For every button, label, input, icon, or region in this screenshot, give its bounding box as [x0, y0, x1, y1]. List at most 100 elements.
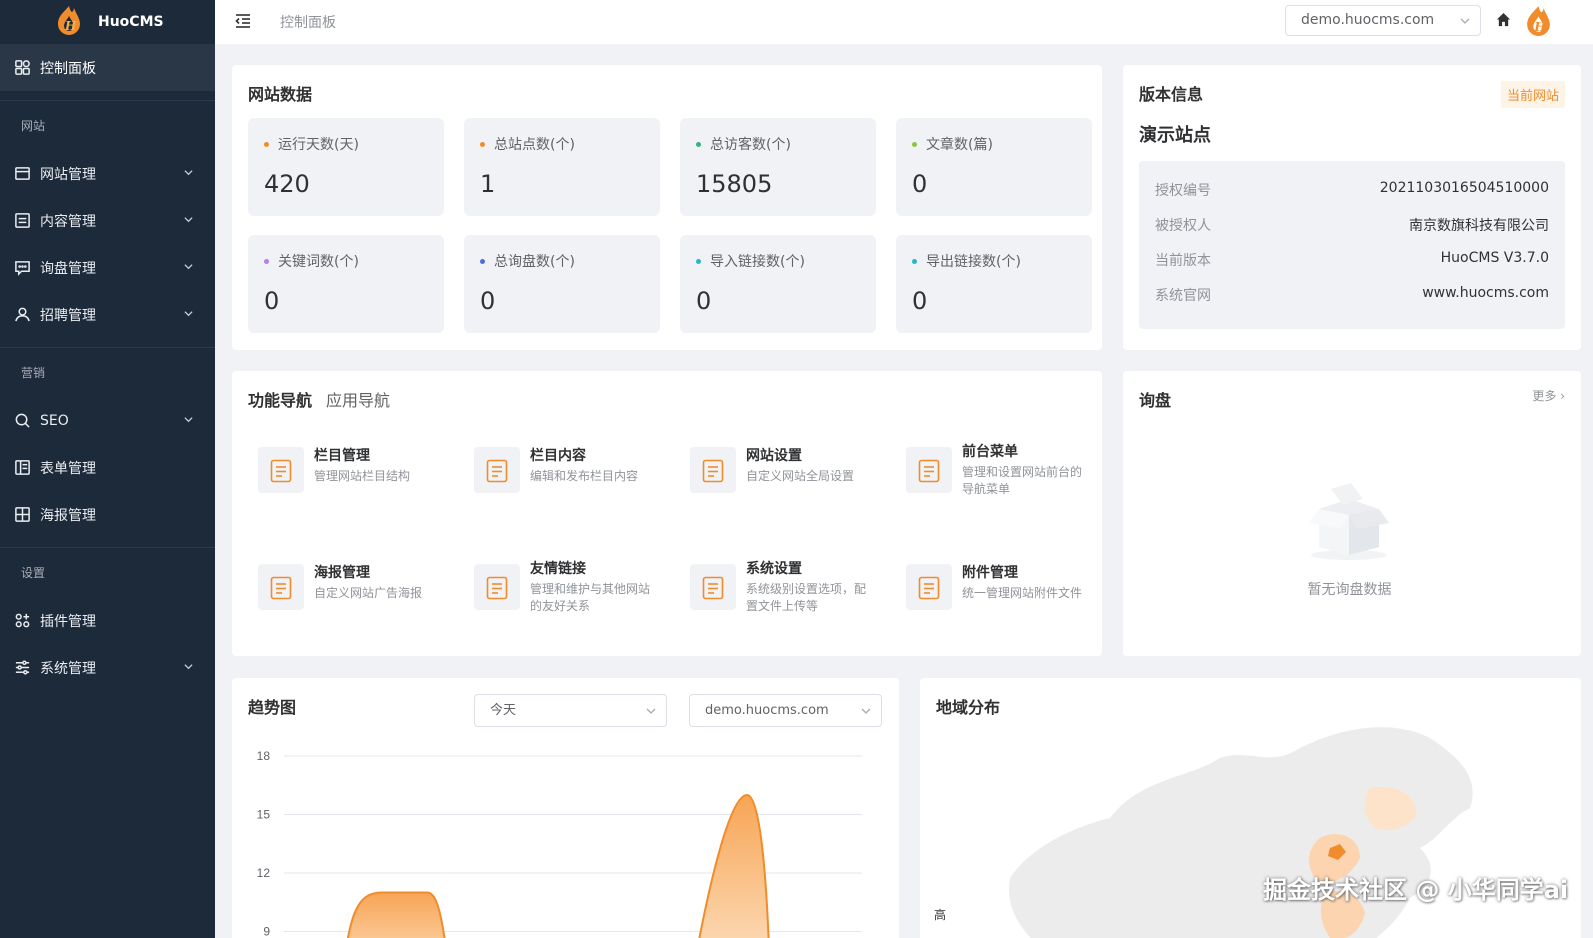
stat-label: 导出链接数(个)	[926, 254, 1021, 270]
version-value: 2021103016504510000	[1379, 180, 1549, 196]
avatar[interactable]: H	[1523, 4, 1554, 37]
card-title: 询盘	[1139, 391, 1172, 410]
sidebar-item-label: 系统管理	[40, 660, 96, 677]
svg-text:H: H	[64, 19, 77, 33]
more-label: 更多	[1532, 389, 1557, 403]
version-info-card: 版本信息 当前网站 演示站点 授权编号 2021103016504510000 被…	[1123, 65, 1581, 350]
stat-dot	[480, 259, 485, 264]
sidebar-item-label: 招聘管理	[40, 307, 96, 324]
function-nav-item[interactable]: 附件管理 统一管理网站附件文件	[906, 550, 1106, 620]
plugin-icon	[15, 613, 30, 628]
watermark: 掘金技术社区 @ 小华同学ai	[1263, 876, 1569, 904]
form-icon	[15, 460, 30, 475]
stat-value: 15805	[696, 170, 773, 198]
stat-value: 0	[912, 287, 928, 315]
sidebar-item-inquiry[interactable]: 询盘管理	[0, 244, 215, 291]
stat-label: 总访客数(个)	[710, 137, 791, 153]
chevron-down-icon	[184, 170, 193, 176]
area-plateau	[346, 891, 446, 938]
sidebar-item-label: 海报管理	[40, 507, 96, 524]
breadcrumb[interactable]: 控制面板	[280, 12, 336, 32]
tab-function-nav[interactable]: 功能导航	[248, 387, 312, 411]
chevron-down-icon	[1460, 18, 1470, 24]
sidebar-item-label: 询盘管理	[40, 260, 96, 277]
map-legend-high: 高	[934, 908, 947, 922]
sidebar-item-label: 控制面板	[40, 60, 96, 77]
stat-card: 文章数(篇) 0	[896, 118, 1092, 216]
sidebar-item-website[interactable]: 网站管理	[0, 150, 215, 197]
function-nav-desc: 系统级别设置选项，配置文件上传等	[746, 582, 867, 613]
stat-dot	[480, 142, 485, 147]
tab-app-nav[interactable]: 应用导航	[326, 387, 390, 411]
chevron-down-icon	[184, 417, 193, 423]
trend-site-select[interactable]: demo.huocms.com	[689, 694, 882, 727]
sidebar-item-plugins[interactable]: 插件管理	[0, 597, 215, 644]
sidebar-item-system[interactable]: 系统管理	[0, 644, 215, 691]
date-select-value: 今天	[490, 703, 517, 718]
version-row: 被授权人 南京数旗科技有限公司	[1155, 215, 1549, 235]
version-key: 系统官网	[1155, 288, 1211, 304]
stat-value: 420	[264, 170, 310, 198]
stat-card: 运行天数(天) 420	[248, 118, 444, 216]
function-nav-title: 前台菜单	[962, 444, 1018, 460]
sidebar-group-title: 网站	[0, 100, 215, 150]
dashboard-icon	[15, 60, 30, 75]
date-select[interactable]: 今天	[474, 694, 667, 727]
chevron-down-icon	[184, 217, 193, 223]
menu-fold-icon[interactable]	[234, 12, 252, 30]
stat-dot	[912, 142, 917, 147]
version-value: www.huocms.com	[1422, 285, 1549, 301]
sidebar-item-forms[interactable]: 表单管理	[0, 444, 215, 491]
area-peak	[698, 793, 770, 938]
document-icon	[258, 564, 304, 610]
stat-label: 关键词数(个)	[278, 254, 359, 270]
function-nav-item[interactable]: 栏目内容 编辑和发布栏目内容	[474, 433, 674, 503]
more-link[interactable]: 更多 ›	[1532, 387, 1565, 404]
function-nav-item[interactable]: 前台菜单 管理和设置网站前台的导航菜单	[906, 433, 1106, 503]
sidebar: H HuoCMS 控制面板 网站 网站管理 内容管理 询盘管理 招聘管理 营销 …	[0, 0, 215, 938]
sidebar-item-label: 表单管理	[40, 460, 96, 477]
stat-value: 0	[264, 287, 280, 315]
sidebar-item-content[interactable]: 内容管理	[0, 197, 215, 244]
user-icon	[15, 307, 30, 322]
function-nav-card: 功能导航 应用导航 栏目管理 管理网站栏目结构 栏目内容 编辑和发布栏目内容 网站设置自…	[232, 371, 1102, 656]
site-select[interactable]: demo.huocms.com	[1285, 5, 1481, 36]
document-icon	[474, 564, 520, 610]
function-nav-item[interactable]: 系统设置 系统级别设置选项，配置文件上传等	[690, 550, 890, 620]
function-nav-item[interactable]: 友情链接 管理和维护与其他网站的友好关系	[474, 550, 674, 620]
function-nav-item[interactable]: 栏目管理 管理网站栏目结构	[258, 433, 458, 503]
y-tick-label: 15	[257, 808, 271, 822]
version-key: 授权编号	[1155, 183, 1211, 199]
current-site-badge: 当前网站	[1500, 81, 1565, 108]
app-logo[interactable]: H HuoCMS	[0, 0, 215, 44]
sidebar-group-title: 设置	[0, 547, 215, 597]
stat-dot	[264, 259, 269, 264]
sidebar-item-label: 插件管理	[40, 613, 96, 630]
topbar: 控制面板 demo.huocms.com H	[215, 0, 1593, 44]
sliders-icon	[15, 660, 30, 675]
function-nav-item[interactable]: 网站设置 自定义网站全局设置	[690, 433, 890, 503]
function-nav-desc: 管理和维护与其他网站的友好关系	[530, 582, 651, 613]
sidebar-item-posters[interactable]: 海报管理	[0, 491, 215, 538]
sidebar-item-label: 内容管理	[40, 213, 96, 230]
chevron-right-icon: ›	[1560, 389, 1565, 403]
sidebar-item-recruit[interactable]: 招聘管理	[0, 291, 215, 338]
app-name: HuoCMS	[98, 14, 164, 30]
stat-card: 导出链接数(个) 0	[896, 235, 1092, 333]
stat-value: 0	[912, 170, 928, 198]
version-value: HuoCMS V3.7.0	[1440, 250, 1549, 266]
function-nav-item[interactable]: 海报管理 自定义网站广告海报	[258, 550, 458, 620]
trend-card: 趋势图 今天 demo.huocms.com 18 15 12 9	[232, 678, 899, 938]
y-tick-label: 9	[263, 925, 270, 938]
stat-dot	[912, 259, 917, 264]
sidebar-item-dashboard[interactable]: 控制面板	[0, 44, 215, 91]
function-nav-desc: 自定义网站广告海报	[314, 586, 423, 600]
sidebar-item-label: SEO	[40, 412, 69, 429]
stat-value: 0	[480, 287, 496, 315]
version-key: 当前版本	[1155, 253, 1211, 269]
version-value: 南京数旗科技有限公司	[1409, 218, 1549, 234]
card-title: 趋势图	[248, 698, 297, 717]
document-icon	[690, 447, 736, 493]
sidebar-item-seo[interactable]: SEO	[0, 397, 215, 444]
home-icon[interactable]	[1496, 12, 1511, 27]
